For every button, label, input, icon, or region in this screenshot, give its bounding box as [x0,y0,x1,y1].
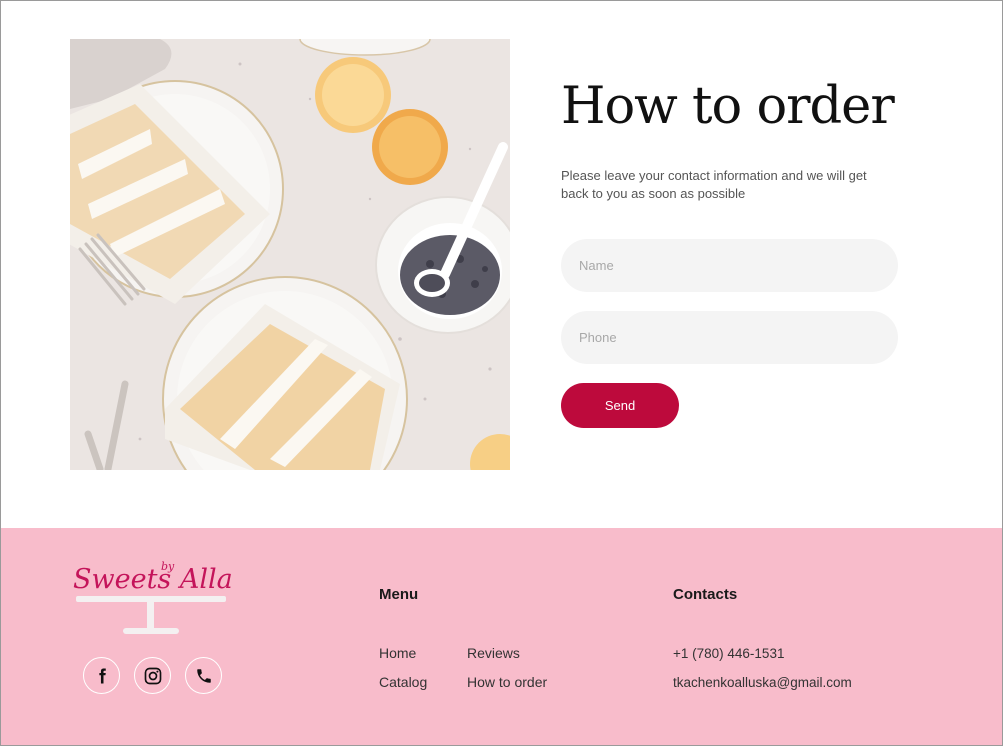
phone-link[interactable] [185,657,222,694]
facebook-link[interactable] [83,657,120,694]
cake-photo [70,39,510,470]
phone-icon [196,668,211,683]
order-title: How to order [561,77,895,136]
facebook-icon [98,668,106,683]
contact-email[interactable]: tkachenkoalluska@gmail.com [673,675,852,690]
contacts-title: Contacts [673,586,738,603]
logo-by: by [161,560,175,573]
instagram-icon [144,667,161,684]
menu-title: Menu [379,586,419,603]
logo-text: Sweets Alla [73,564,233,595]
menu-link-reviews[interactable]: Reviews [467,645,520,661]
social-links [83,657,222,694]
name-input[interactable] [561,239,898,292]
footer: Sweets Alla by Menu Home Reviews Catalog… [1,528,1002,745]
menu-link-how-to-order[interactable]: How to order [467,674,547,690]
contact-phone[interactable]: +1 (780) 446-1531 [673,646,784,661]
order-subtitle: Please leave your contact information an… [561,168,867,201]
menu-link-home[interactable]: Home [379,645,416,661]
page-frame: How to order Please leave your contact i… [0,0,1003,746]
logo[interactable]: Sweets Alla by [73,558,233,638]
instagram-link[interactable] [134,657,171,694]
send-button[interactable]: Send [561,383,679,428]
phone-input[interactable] [561,311,898,364]
order-section: How to order Please leave your contact i… [1,1,1002,528]
menu-link-catalog[interactable]: Catalog [379,674,427,690]
